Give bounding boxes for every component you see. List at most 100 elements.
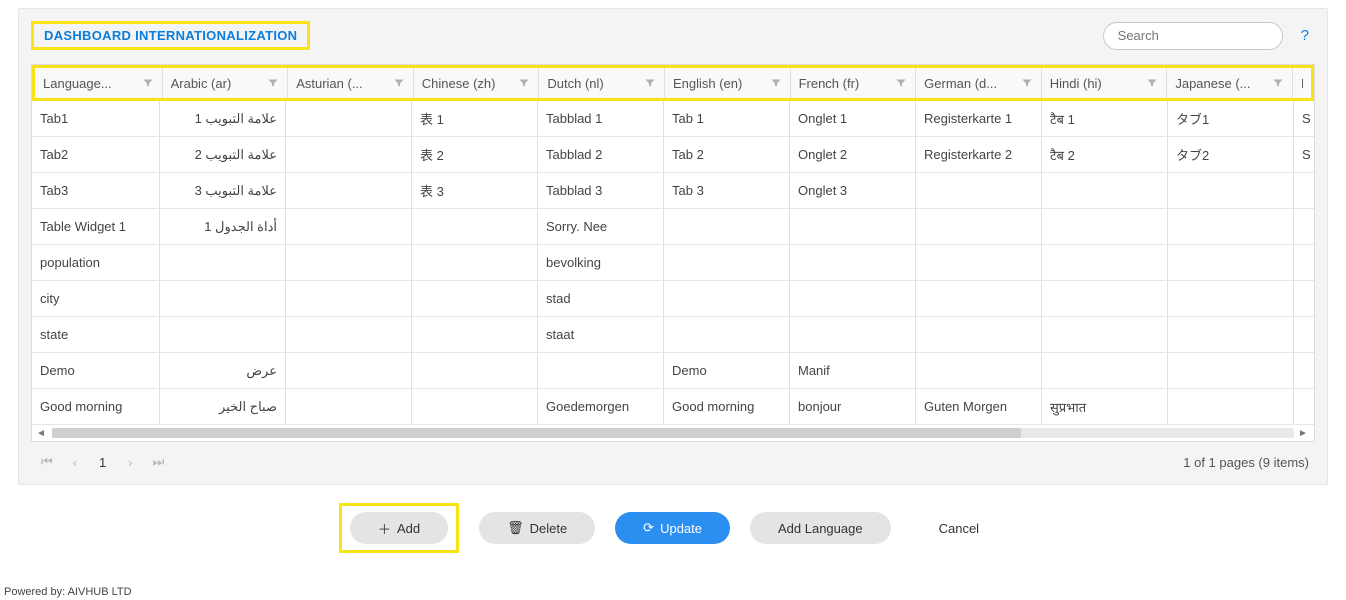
cell-p[interactable]: [1294, 389, 1312, 424]
table-row[interactable]: citystad: [32, 281, 1314, 317]
cell-language[interactable]: Tab3: [32, 173, 160, 208]
cell-ar[interactable]: أداة الجدول 1: [160, 209, 286, 244]
cell-nl[interactable]: [538, 353, 664, 388]
cell-zh[interactable]: 表 3: [412, 173, 538, 208]
col-english[interactable]: English (en): [665, 68, 791, 98]
cell-nl[interactable]: stad: [538, 281, 664, 316]
cell-ja[interactable]: [1168, 245, 1294, 280]
cell-p[interactable]: [1294, 245, 1312, 280]
cell-en[interactable]: Tab 1: [664, 101, 790, 136]
cell-zh[interactable]: [412, 281, 538, 316]
cell-ast[interactable]: [286, 389, 412, 424]
table-row[interactable]: statestaat: [32, 317, 1314, 353]
add-language-button[interactable]: Add Language: [750, 512, 891, 544]
cell-nl[interactable]: bevolking: [538, 245, 664, 280]
cell-language[interactable]: Good morning: [32, 389, 160, 424]
cell-hi[interactable]: टैब 2: [1042, 137, 1168, 172]
col-german[interactable]: German (d...: [916, 68, 1042, 98]
cell-ja[interactable]: [1168, 173, 1294, 208]
search-input[interactable]: [1118, 28, 1294, 43]
cell-de[interactable]: [916, 353, 1042, 388]
col-asturian[interactable]: Asturian (...: [288, 68, 414, 98]
cell-nl[interactable]: Goedemorgen: [538, 389, 664, 424]
cell-zh[interactable]: [412, 353, 538, 388]
col-hindi[interactable]: Hindi (hi): [1042, 68, 1168, 98]
scroll-track[interactable]: [52, 428, 1294, 438]
cell-p[interactable]: [1294, 281, 1312, 316]
cell-zh[interactable]: [412, 245, 538, 280]
table-row[interactable]: DemoعرضDemoManif: [32, 353, 1314, 389]
pager-first-icon[interactable]: ⏮: [37, 452, 57, 472]
delete-button[interactable]: 🗑 Delete: [479, 512, 595, 544]
cell-de[interactable]: Guten Morgen: [916, 389, 1042, 424]
table-row[interactable]: Table Widget 1أداة الجدول 1Sorry. Nee: [32, 209, 1314, 245]
cell-nl[interactable]: Tabblad 3: [538, 173, 664, 208]
cell-ar[interactable]: علامة التبويب 3: [160, 173, 286, 208]
cell-ast[interactable]: [286, 281, 412, 316]
col-language[interactable]: Language...: [35, 68, 163, 98]
cell-language[interactable]: Tab2: [32, 137, 160, 172]
cell-p[interactable]: [1294, 317, 1312, 352]
cell-zh[interactable]: [412, 389, 538, 424]
help-icon[interactable]: ?: [1301, 27, 1309, 44]
filter-icon[interactable]: [1272, 77, 1284, 89]
col-japanese[interactable]: Japanese (...: [1167, 68, 1293, 98]
cell-ast[interactable]: [286, 101, 412, 136]
cell-hi[interactable]: टैब 1: [1042, 101, 1168, 136]
cell-en[interactable]: [664, 317, 790, 352]
cell-p[interactable]: [1294, 173, 1312, 208]
search-box[interactable]: [1103, 22, 1283, 50]
table-row[interactable]: Tab3علامة التبويب 3表 3Tabblad 3Tab 3Ongl…: [32, 173, 1314, 209]
cell-de[interactable]: [916, 209, 1042, 244]
cell-ja[interactable]: [1168, 209, 1294, 244]
pager-last-icon[interactable]: ⏭: [149, 452, 169, 472]
scroll-left-icon[interactable]: ◄: [36, 428, 48, 439]
pager-next-icon[interactable]: ›: [124, 453, 136, 472]
cell-hi[interactable]: [1042, 245, 1168, 280]
cell-language[interactable]: Tab1: [32, 101, 160, 136]
cell-fr[interactable]: [790, 281, 916, 316]
cell-hi[interactable]: सुप्रभात: [1042, 389, 1168, 424]
cell-ast[interactable]: [286, 137, 412, 172]
cancel-button[interactable]: Cancel: [911, 512, 1007, 544]
cell-nl[interactable]: Tabblad 2: [538, 137, 664, 172]
cell-fr[interactable]: [790, 245, 916, 280]
cell-ja[interactable]: タブ2: [1168, 137, 1294, 172]
filter-icon[interactable]: [1146, 77, 1158, 89]
cell-en[interactable]: Tab 3: [664, 173, 790, 208]
cell-en[interactable]: Good morning: [664, 389, 790, 424]
cell-fr[interactable]: [790, 209, 916, 244]
cell-p[interactable]: [1294, 209, 1312, 244]
cell-hi[interactable]: [1042, 317, 1168, 352]
cell-ast[interactable]: [286, 353, 412, 388]
cell-ar[interactable]: علامة التبويب 1: [160, 101, 286, 136]
cell-ja[interactable]: [1168, 353, 1294, 388]
table-row[interactable]: Good morningصباح الخيرGoedemorgenGood mo…: [32, 389, 1314, 425]
cell-fr[interactable]: Manif: [790, 353, 916, 388]
cell-fr[interactable]: [790, 317, 916, 352]
cell-fr[interactable]: Onglet 2: [790, 137, 916, 172]
cell-de[interactable]: [916, 173, 1042, 208]
cell-zh[interactable]: [412, 317, 538, 352]
cell-nl[interactable]: staat: [538, 317, 664, 352]
pager-prev-icon[interactable]: ‹: [69, 453, 81, 472]
table-row[interactable]: Tab1علامة التبويب 1表 1Tabblad 1Tab 1Ongl…: [32, 101, 1314, 137]
cell-nl[interactable]: Tabblad 1: [538, 101, 664, 136]
add-button[interactable]: ＋ Add: [350, 512, 448, 544]
filter-icon[interactable]: [644, 77, 656, 89]
filter-icon[interactable]: [518, 77, 530, 89]
cell-language[interactable]: Demo: [32, 353, 160, 388]
cell-hi[interactable]: [1042, 281, 1168, 316]
filter-icon[interactable]: [142, 77, 154, 89]
cell-hi[interactable]: [1042, 173, 1168, 208]
cell-en[interactable]: Tab 2: [664, 137, 790, 172]
cell-de[interactable]: [916, 245, 1042, 280]
cell-de[interactable]: [916, 317, 1042, 352]
pager-current[interactable]: 1: [93, 453, 112, 472]
update-button[interactable]: ⟳ Update: [615, 512, 730, 544]
filter-icon[interactable]: [1021, 77, 1033, 89]
cell-ja[interactable]: [1168, 389, 1294, 424]
cell-p[interactable]: [1294, 353, 1312, 388]
filter-icon[interactable]: [393, 77, 405, 89]
scroll-right-icon[interactable]: ►: [1298, 428, 1310, 439]
